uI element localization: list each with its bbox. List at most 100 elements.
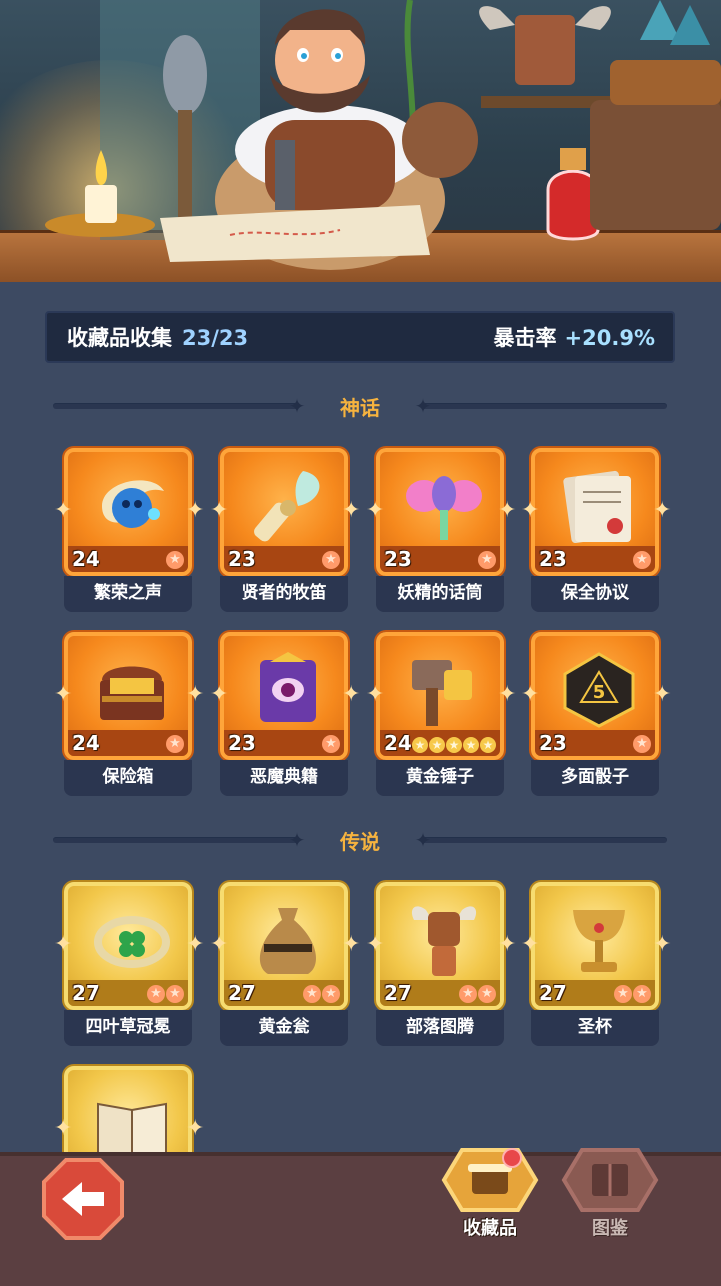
catalog-book-icon [561, 1148, 659, 1212]
sparkle-icon: ✦ [186, 1116, 205, 1141]
star-icon: ★ [429, 737, 445, 753]
item-name: 保全协议 [531, 576, 659, 612]
demon-tome-icon [260, 652, 316, 722]
star-icon: ★ [633, 551, 651, 569]
sparkle-icon: ✦ [498, 498, 517, 523]
item-level: 27 [228, 981, 256, 1005]
card-frame: 5 23 ★ [531, 632, 659, 760]
sparkle-icon: ✦ [498, 682, 517, 707]
sparkle-icon: ✦ [186, 682, 205, 707]
star-icon: ★ [166, 735, 184, 753]
section-title: 传说 [340, 830, 380, 854]
svg-text:5: 5 [593, 682, 606, 703]
item-name: 繁荣之声 [64, 576, 192, 612]
collection-count: 23/23 [182, 326, 249, 350]
collection-progress: 收藏品收集 23/23 [67, 322, 248, 352]
star-icon: ★ [478, 551, 496, 569]
crit-rate: 暴击率 +20.9% [494, 322, 655, 352]
star-icon: ★ [147, 985, 165, 1003]
collectible-card[interactable]: 27 ★ ★ ✦ ✦ 黄金瓮 [210, 882, 360, 1048]
sealed-contract-icon [563, 470, 631, 544]
collection-summary-bar: 收藏品收集 23/23 暴击率 +20.9% [45, 311, 675, 363]
sparkle-icon: ✦ [366, 498, 385, 523]
star-rating: ★ ★ [303, 985, 340, 1003]
tab-catalog-label: 图鉴 [592, 1218, 628, 1239]
collection-label: 收藏品收集 [67, 326, 172, 350]
item-level: 27 [539, 981, 567, 1005]
item-name: 四叶草冠冕 [64, 1010, 192, 1046]
sparkle-icon: ✦ [521, 682, 540, 707]
item-level: 23 [539, 547, 567, 571]
star-icon: ★ [166, 985, 184, 1003]
star-rating: ★ ★ [459, 985, 496, 1003]
card-frame: 27 ★ ★ [376, 882, 504, 1010]
tab-collection-label: 收藏品 [463, 1218, 517, 1239]
star-rating: ★ [322, 735, 340, 753]
sparkle-icon: ✦ [342, 682, 361, 707]
card-frame: 24 ★ [64, 632, 192, 760]
banner-illustration [45, 0, 721, 270]
item-level: 24 [384, 731, 412, 755]
star-icon: ★ [412, 737, 428, 753]
back-button[interactable] [42, 1158, 124, 1240]
card-frame: 23 ★ [376, 448, 504, 576]
collectible-card[interactable]: 27 ★ ★ ✦ ✦ 圣杯 [521, 882, 671, 1048]
sparkle-icon: ✦ [186, 932, 205, 957]
item-level: 24 [72, 547, 100, 571]
star-icon: ★ [322, 985, 340, 1003]
item-name: 妖精的话筒 [376, 576, 504, 612]
tab-catalog[interactable]: 图鉴 [560, 1140, 660, 1240]
feather-flute-icon [254, 471, 320, 542]
tribal-totem-icon [411, 906, 477, 976]
item-level: 27 [72, 981, 100, 1005]
star-rating: ★ ★ [614, 985, 651, 1003]
item-level: 24 [72, 731, 100, 755]
item-name: 贤者的牧笛 [220, 576, 348, 612]
item-name: 黄金锤子 [376, 760, 504, 796]
section-header-legend: ✦ ✦ 传说 [45, 822, 675, 858]
star-icon: ★ [463, 737, 479, 753]
star-rating: ★ ★ ★ ★ ★ [412, 737, 496, 753]
card-frame: 23 ★ [531, 448, 659, 576]
collectible-card[interactable]: 5 23 ★ ✦ ✦ 多面骰子 [521, 632, 671, 798]
collectible-card[interactable]: 23 ★ ✦ ✦ 妖精的话筒 [366, 448, 516, 614]
card-frame: 24 ★ [64, 448, 192, 576]
item-level: 27 [384, 981, 412, 1005]
notification-dot [502, 1148, 522, 1168]
item-level: 23 [228, 731, 256, 755]
star-icon: ★ [303, 985, 321, 1003]
shopkeeper-banner [0, 0, 721, 282]
card-frame: 24 ★ ★ ★ ★ ★ [376, 632, 504, 760]
item-name: 恶魔典籍 [220, 760, 348, 796]
collectible-card[interactable]: 23 ★ ✦ ✦ 保全协议 [521, 448, 671, 614]
sparkle-icon: ✦ [521, 932, 540, 957]
collectible-card[interactable]: 24 ★ ✦ ✦ 繁荣之声 [54, 448, 204, 614]
sparkle-icon: ✦ [342, 498, 361, 523]
star-rating: ★ [633, 735, 651, 753]
item-name: 圣杯 [531, 1010, 659, 1046]
card-frame: 27 ★ ★ [220, 882, 348, 1010]
section-title: 神话 [340, 396, 380, 420]
sparkle-icon: ✦ [342, 932, 361, 957]
collectible-card[interactable]: 23 ★ ✦ ✦ 贤者的牧笛 [210, 448, 360, 614]
item-level: 23 [384, 547, 412, 571]
star-icon: ★ [459, 985, 477, 1003]
item-name: 黄金瓮 [220, 1010, 348, 1046]
collectible-card[interactable]: 24 ★ ✦ ✦ 保险箱 [54, 632, 204, 798]
collectible-card[interactable]: 24 ★ ★ ★ ★ ★ ✦ ✦ 黄金锤子 [366, 632, 516, 798]
collectible-card[interactable]: 23 ★ ✦ ✦ 恶魔典籍 [210, 632, 360, 798]
star-rating: ★ [633, 551, 651, 569]
collectible-card[interactable]: 27 ★ ★ ✦ ✦ 四叶草冠冕 [54, 882, 204, 1048]
sparkle-icon: ✦ [653, 682, 672, 707]
holy-grail-icon [573, 910, 625, 972]
star-rating: ★ ★ [147, 985, 184, 1003]
collectible-card[interactable]: 27 ★ ★ ✦ ✦ 部落图腾 [366, 882, 516, 1048]
star-icon: ★ [633, 735, 651, 753]
golden-urn-icon [259, 908, 317, 974]
section-header-mythic: ✦ ✦ 神话 [45, 388, 675, 424]
sparkle-icon: ✦ [210, 932, 229, 957]
card-frame: 23 ★ [220, 632, 348, 760]
tab-collection[interactable]: 收藏品 [440, 1140, 540, 1240]
star-icon: ★ [166, 551, 184, 569]
star-icon: ★ [478, 985, 496, 1003]
